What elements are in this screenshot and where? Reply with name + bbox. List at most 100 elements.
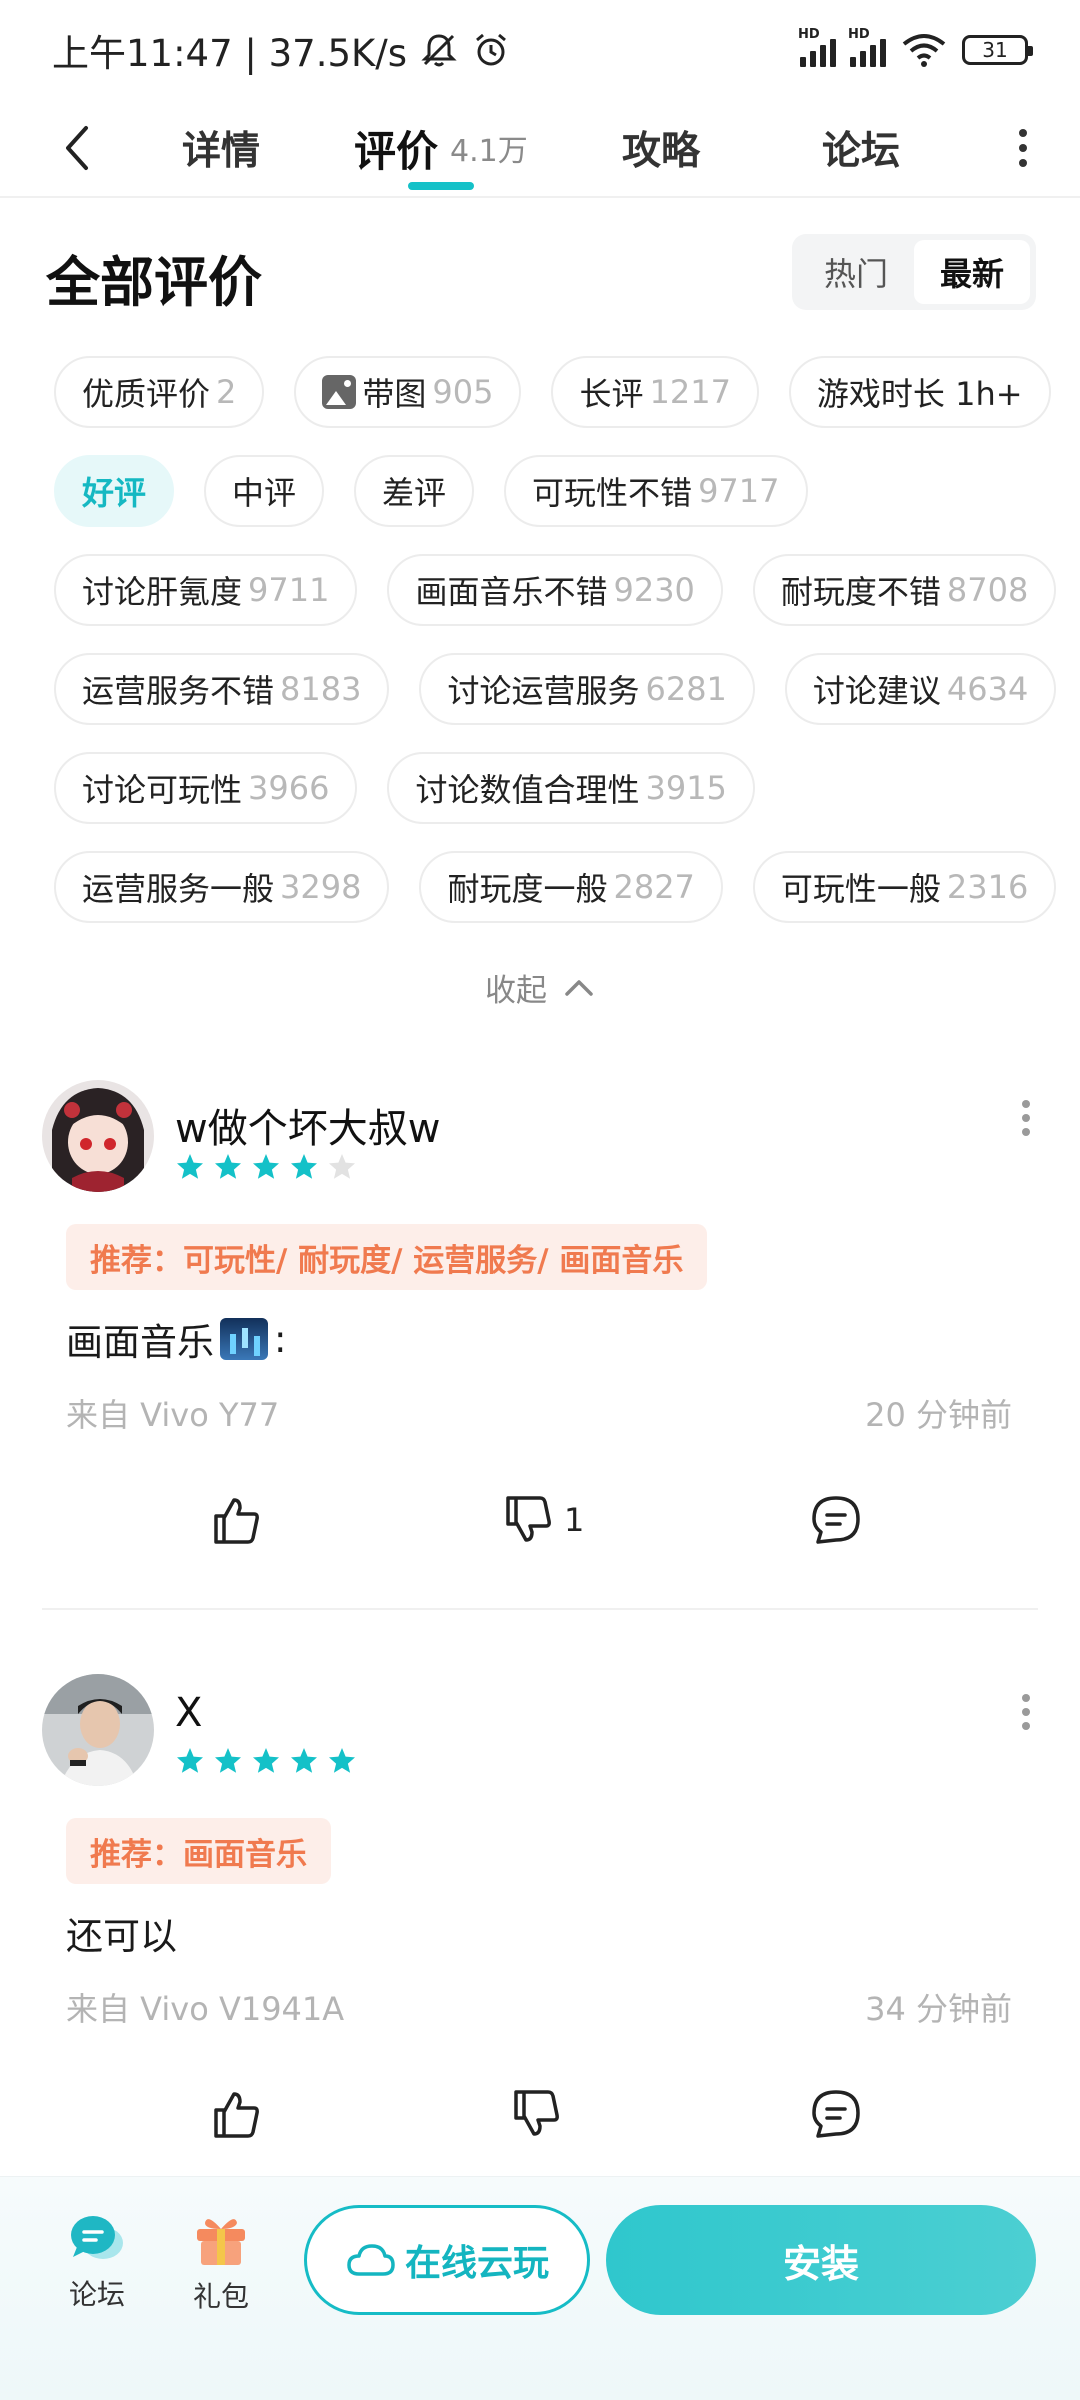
filter-chip-playtime[interactable]: 游戏时长 1h+ xyxy=(788,356,1051,428)
filter-chip[interactable]: 讨论建议 4634 xyxy=(784,653,1057,725)
chip-label: 运营服务不错 xyxy=(82,672,275,710)
filter-chip[interactable]: 讨论运营服务 6281 xyxy=(419,653,755,725)
chip-count: 1217 xyxy=(649,373,731,411)
thumbs-up-icon xyxy=(214,2092,259,2138)
star-empty-icon xyxy=(329,1154,355,1179)
chip-label: 耐玩度不错 xyxy=(780,573,941,611)
forum-chat-icon xyxy=(71,2216,123,2259)
filter-chip[interactable]: 耐玩度一般 2827 xyxy=(419,851,723,923)
emoji-sticker-icon xyxy=(220,1318,268,1360)
tab-details[interactable]: 详情 xyxy=(182,100,260,196)
tab-label: 详情 xyxy=(182,129,261,174)
dislike-button[interactable] xyxy=(508,2079,564,2149)
battery-level: 31 xyxy=(982,38,1008,62)
star-filled-icon xyxy=(291,1748,317,1773)
device-label: 来自 Vivo V1941A xyxy=(66,1990,345,2028)
sort-hot-option[interactable]: 热门 xyxy=(798,240,914,304)
review-text-content: 还可以 xyxy=(66,1915,177,1958)
filter-chip[interactable]: 讨论数值合理性 3915 xyxy=(387,752,755,824)
comment-button[interactable] xyxy=(808,2079,864,2149)
forum-label: 论坛 xyxy=(68,2278,125,2311)
filter-chip-quality[interactable]: 优质评价 2 xyxy=(54,356,265,428)
filter-chip-with-image[interactable]: 带图 905 xyxy=(294,356,522,428)
chip-label: 运营服务一般 xyxy=(82,870,275,908)
more-options-icon[interactable] xyxy=(1016,1100,1036,1136)
recommend-tag: 推荐：画面音乐 xyxy=(66,1818,331,1884)
filter-chip-long[interactable]: 长评 1217 xyxy=(551,356,759,428)
username[interactable]: X xyxy=(175,1690,202,1736)
chip-label: 优质评价 xyxy=(82,375,211,413)
chip-label: 长评 xyxy=(579,375,644,413)
cloud-play-button[interactable]: 在线云玩 xyxy=(304,2205,590,2315)
filter-chip-positive[interactable]: 好评 xyxy=(54,455,175,527)
divider xyxy=(42,1608,1038,1610)
chip-count: 3915 xyxy=(645,769,727,807)
filter-chip-neutral[interactable]: 中评 xyxy=(204,455,325,527)
like-button[interactable] xyxy=(208,1485,264,1555)
battery-icon: 31 xyxy=(962,35,1033,65)
review-meta: 来自 Vivo V1941A 34 分钟前 xyxy=(66,1984,1012,2030)
like-button[interactable] xyxy=(208,2079,264,2149)
more-options-icon[interactable] xyxy=(1016,1694,1036,1730)
chip-count: 8708 xyxy=(946,571,1029,609)
chip-label: 带图 xyxy=(362,375,427,413)
chip-row: 运营服务不错 8183 讨论运营服务 6281 讨论建议 4634 xyxy=(54,653,1057,725)
dislike-button[interactable]: 1 xyxy=(500,1485,584,1555)
chip-count: 9711 xyxy=(248,571,330,609)
rating-stars xyxy=(175,1746,357,1776)
signal-icon: HD xyxy=(798,27,836,67)
dislike-count: 1 xyxy=(564,1501,585,1539)
device-label: 来自 Vivo Y77 xyxy=(66,1396,280,1434)
cloud-play-label: 在线云玩 xyxy=(404,2243,549,2284)
chip-row: 讨论可玩性 3966 讨论数值合理性 3915 xyxy=(54,752,1054,824)
filter-chip-playability-good[interactable]: 可玩性不错 9717 xyxy=(504,455,808,527)
chip-row: 好评 中评 差评 可玩性不错 9717 xyxy=(54,455,1054,527)
install-button[interactable]: 安装 xyxy=(606,2205,1036,2315)
filter-chip[interactable]: 耐玩度不错 8708 xyxy=(752,554,1057,626)
filter-chip-negative[interactable]: 差评 xyxy=(354,455,475,527)
filter-chip[interactable]: 运营服务不错 8183 xyxy=(54,653,390,725)
star-filled-icon xyxy=(329,1748,355,1773)
chip-label: 差评 xyxy=(382,474,447,512)
tab-forum[interactable]: 论坛 xyxy=(822,100,900,196)
filter-chip[interactable]: 画面音乐不错 9230 xyxy=(387,554,723,626)
star-filled-icon xyxy=(177,1748,203,1773)
collapse-button[interactable]: 收起 xyxy=(0,965,1080,1010)
filter-chip[interactable]: 讨论可玩性 3966 xyxy=(54,752,358,824)
hd-label: HD xyxy=(798,27,820,42)
avatar-illustration xyxy=(42,1080,154,1192)
more-menu-icon[interactable] xyxy=(1008,118,1038,178)
comment-button[interactable] xyxy=(808,1485,864,1555)
filter-chip[interactable]: 讨论肝氪度 9711 xyxy=(54,554,358,626)
chip-count: 9230 xyxy=(613,571,695,609)
chip-label: 讨论运营服务 xyxy=(447,672,640,710)
chip-label: 讨论数值合理性 xyxy=(415,771,640,809)
chip-label: 画面音乐不错 xyxy=(415,573,608,611)
filter-chip[interactable]: 可玩性一般 2316 xyxy=(752,851,1057,923)
review-actions: 1 xyxy=(0,1485,1080,1555)
chip-label: 好评 xyxy=(82,474,147,512)
review-text-content: 画面音乐 xyxy=(66,1321,214,1364)
chip-row: 讨论肝氪度 9711 画面音乐不错 9230 耐玩度不错 8708 xyxy=(54,554,1057,626)
comment-bubble-icon xyxy=(812,1496,860,1544)
sort-latest-option[interactable]: 最新 xyxy=(914,240,1030,304)
avatar[interactable] xyxy=(42,1674,154,1786)
back-button[interactable] xyxy=(52,118,102,178)
timestamp: 34 分钟前 xyxy=(865,1990,1012,2028)
install-label: 安装 xyxy=(782,2241,859,2286)
chip-label: 讨论肝氪度 xyxy=(82,573,243,611)
avatar[interactable] xyxy=(42,1080,154,1192)
thumbs-down-icon xyxy=(514,2090,559,2136)
chip-count: 2 xyxy=(216,373,237,411)
review-meta: 来自 Vivo Y77 20 分钟前 xyxy=(66,1390,1012,1436)
forum-button[interactable]: 论坛 xyxy=(52,2211,142,2313)
tab-guides[interactable]: 攻略 xyxy=(622,100,700,196)
username[interactable]: w做个坏大叔w xyxy=(175,1096,440,1154)
review-text[interactable]: 画面音乐 : xyxy=(66,1312,286,1366)
gift-pack-button[interactable]: 礼包 xyxy=(176,2211,266,2315)
timestamp: 20 分钟前 xyxy=(865,1396,1012,1434)
mute-bell-icon xyxy=(421,34,457,67)
review-text[interactable]: 还可以 xyxy=(66,1906,177,1960)
filter-chip[interactable]: 运营服务一般 3298 xyxy=(54,851,390,923)
gift-icon xyxy=(197,2219,245,2265)
